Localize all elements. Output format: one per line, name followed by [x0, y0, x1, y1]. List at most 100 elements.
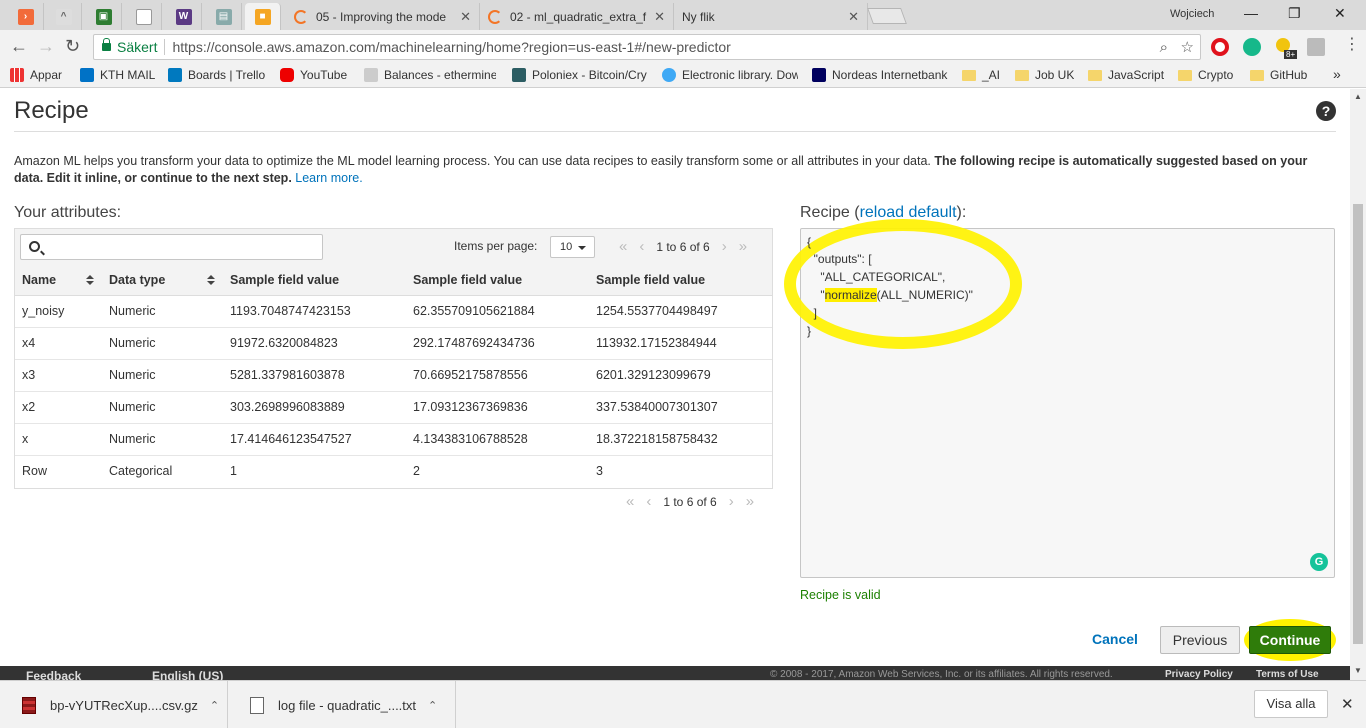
tab-pinned-5[interactable]: W: [166, 3, 202, 30]
bookmark-trello[interactable]: Boards | Trello: [168, 68, 265, 82]
close-window-button[interactable]: ✕: [1334, 5, 1346, 22]
next-page-icon[interactable]: ›: [729, 493, 734, 510]
rocket-icon: [364, 68, 378, 82]
outlook-icon: [80, 68, 94, 82]
continue-button[interactable]: Continue: [1249, 626, 1331, 654]
bookmark-kth-mail[interactable]: KTH MAIL: [80, 68, 155, 82]
profile-name[interactable]: Wojciech: [1170, 8, 1214, 20]
search-input[interactable]: [20, 234, 323, 260]
close-icon[interactable]: ✕: [1341, 695, 1354, 713]
download-item[interactable]: log file - quadratic_....txt ⌃: [228, 681, 456, 728]
bookmark-nordea[interactable]: Nordeas Internetbank: [812, 68, 948, 82]
url-text[interactable]: https://console.aws.amazon.com/machinele…: [172, 39, 730, 55]
items-per-page-select[interactable]: 10: [550, 236, 595, 258]
tab-pinned-1[interactable]: ›: [8, 3, 44, 30]
tab-new[interactable]: Ny flik ✕: [674, 3, 868, 30]
cell-sample: 17.09312367369836: [406, 391, 589, 424]
restore-button[interactable]: ❐: [1288, 5, 1301, 22]
new-tab-button[interactable]: [867, 8, 907, 24]
tab-quadratic[interactable]: 02 - ml_quadratic_extra_f ✕: [480, 3, 674, 30]
back-arrow-icon[interactable]: ←: [10, 37, 28, 55]
mail-icon[interactable]: [1307, 38, 1325, 56]
folder-icon: [1250, 69, 1264, 81]
sort-icon[interactable]: [207, 275, 215, 285]
cell-sample: 113932.17152384944: [589, 327, 772, 360]
bookmark-folder-github[interactable]: GitHub: [1250, 68, 1307, 82]
divider: [164, 39, 166, 55]
menu-icon[interactable]: ⋮: [1344, 36, 1360, 54]
last-page-icon[interactable]: »: [746, 493, 754, 510]
first-page-icon[interactable]: «: [626, 493, 634, 510]
learn-more-link[interactable]: Learn more.: [295, 171, 362, 185]
grammarly-icon[interactable]: G: [1310, 553, 1328, 571]
close-tab-icon[interactable]: ✕: [654, 9, 665, 25]
table-toolbar: Items per page: 10 « ‹ 1 to 6 of 6 › »: [15, 229, 772, 265]
tab-pinned-4[interactable]: [126, 3, 162, 30]
cell-sample: 1: [230, 464, 237, 479]
tab-improving-model[interactable]: 05 - Improving the mode ✕: [286, 3, 480, 30]
scroll-thumb[interactable]: [1353, 204, 1363, 644]
column-header-name[interactable]: Name: [15, 265, 102, 296]
bookmark-ethermine[interactable]: Balances - ethermine: [364, 68, 496, 82]
tab-pinned-3[interactable]: ▣: [86, 3, 122, 30]
language-selector[interactable]: English (US): [152, 669, 223, 680]
column-header-data-type[interactable]: Data type: [102, 265, 223, 296]
page-scrollbar[interactable]: ▲ ▼: [1350, 89, 1366, 680]
cell-name: x2: [15, 391, 102, 424]
prev-page-icon[interactable]: ‹: [646, 493, 651, 510]
bookmarks-more-icon[interactable]: »: [1333, 66, 1341, 82]
previous-button[interactable]: Previous: [1160, 626, 1240, 654]
tab-pinned-active[interactable]: ■: [245, 3, 281, 30]
tab-pinned-6[interactable]: ▤: [206, 3, 242, 30]
chevron-up-icon[interactable]: ⌃: [210, 699, 219, 712]
terms-of-use-link[interactable]: Terms of Use: [1256, 669, 1319, 680]
chat-extension-icon[interactable]: [1243, 38, 1261, 56]
cancel-button[interactable]: Cancel: [1092, 631, 1138, 647]
feedback-link[interactable]: Feedback: [26, 669, 81, 680]
bookmark-folder-job-uk[interactable]: Job UK: [1015, 68, 1074, 82]
highlight-annotation: [784, 219, 1022, 349]
last-page-icon[interactable]: »: [739, 238, 747, 255]
cell-sample: 70.66952175878556: [406, 359, 589, 392]
zoom-icon[interactable]: ⌕: [1160, 39, 1168, 56]
column-header-sample-2: Sample field value: [406, 265, 589, 296]
address-bar[interactable]: Säkert https://console.aws.amazon.com/ma…: [93, 34, 1201, 60]
close-tab-icon[interactable]: ✕: [848, 9, 859, 25]
highlighted-keyword: normalize: [824, 288, 877, 302]
bookmark-poloniex[interactable]: Poloniex - Bitcoin/Cry: [512, 68, 674, 82]
show-all-button[interactable]: Visa alla: [1254, 690, 1328, 718]
close-tab-icon[interactable]: ✕: [460, 9, 471, 25]
opera-icon[interactable]: [1211, 38, 1229, 56]
chevron-up-icon[interactable]: ⌃: [428, 699, 437, 712]
cell-data-type: Numeric: [102, 359, 223, 392]
attributes-table: Items per page: 10 « ‹ 1 to 6 of 6 › » N…: [14, 228, 773, 489]
bookmark-electronic-library[interactable]: Electronic library. Dow: [662, 68, 798, 82]
code-line: ]: [807, 306, 818, 320]
prev-page-icon[interactable]: ‹: [639, 238, 644, 255]
recipe-editor[interactable]: { "outputs": [ "ALL_CATEGORICAL", "norma…: [784, 219, 1335, 578]
scroll-up-icon[interactable]: ▲: [1354, 92, 1362, 101]
bookmark-apps[interactable]: Appar: [10, 68, 62, 82]
attributes-grid: Name Data type Sample field value Sample…: [15, 265, 772, 487]
download-item[interactable]: bp-vYUTRecXup....csv.gz ⌃: [0, 681, 228, 728]
next-page-icon[interactable]: ›: [722, 238, 727, 255]
sort-icon[interactable]: [86, 275, 94, 285]
scroll-down-icon[interactable]: ▼: [1354, 666, 1362, 675]
bookmark-folder-crypto[interactable]: Crypto: [1178, 68, 1233, 82]
help-icon[interactable]: ?: [1316, 101, 1336, 121]
first-page-icon[interactable]: «: [619, 238, 627, 255]
cell-sample: 3: [596, 464, 603, 479]
cell-sample: 5281.337981603878: [223, 359, 406, 392]
cell-sample: 18.372218158758432: [589, 423, 772, 456]
tab-pinned-2[interactable]: ^: [46, 3, 82, 30]
bookmark-star-icon[interactable]: ☆: [1181, 39, 1194, 56]
bookmark-folder-ai[interactable]: _AI: [962, 68, 1000, 82]
bookmark-folder-javascript[interactable]: JavaScript: [1088, 68, 1164, 82]
minimize-button[interactable]: —: [1244, 5, 1258, 21]
privacy-policy-link[interactable]: Privacy Policy: [1165, 669, 1233, 680]
reload-icon[interactable]: ↻: [65, 37, 80, 55]
rocket-icon: ^: [55, 8, 72, 25]
table-row: x Numeric 17.414646123547527 4.134383106…: [15, 423, 772, 456]
forward-arrow-icon[interactable]: →: [37, 37, 55, 55]
bookmark-youtube[interactable]: YouTube: [280, 68, 347, 82]
